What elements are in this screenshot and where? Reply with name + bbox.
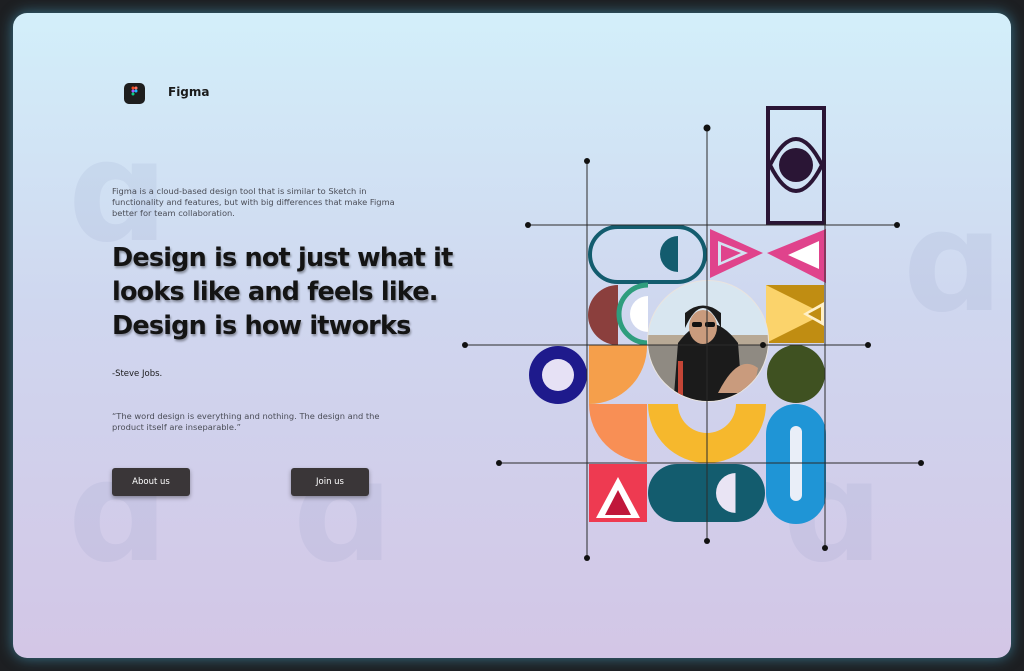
portrait-photo (647, 280, 769, 402)
mustard-triangle-tile (766, 285, 824, 343)
blue-capsule (766, 404, 826, 524)
hero-card: ɑ ɑ ɑ ɑ ɑ Figma Figma is a cloud-based d… (13, 13, 1011, 658)
navy-ring-circle (529, 346, 587, 404)
geometric-illustration (462, 106, 924, 561)
pink-triangle-left (767, 229, 826, 283)
maroon-half-circle (588, 285, 618, 345)
orange-quarter-tile (589, 404, 647, 462)
pink-triangle-outline (710, 229, 763, 278)
teal-pill-shape (588, 225, 707, 284)
olive-circle (767, 345, 825, 403)
orange-quarter-circle (589, 345, 648, 404)
eye-shape (766, 106, 826, 225)
green-half-ring (616, 282, 649, 346)
red-triangle-tile (589, 464, 647, 522)
